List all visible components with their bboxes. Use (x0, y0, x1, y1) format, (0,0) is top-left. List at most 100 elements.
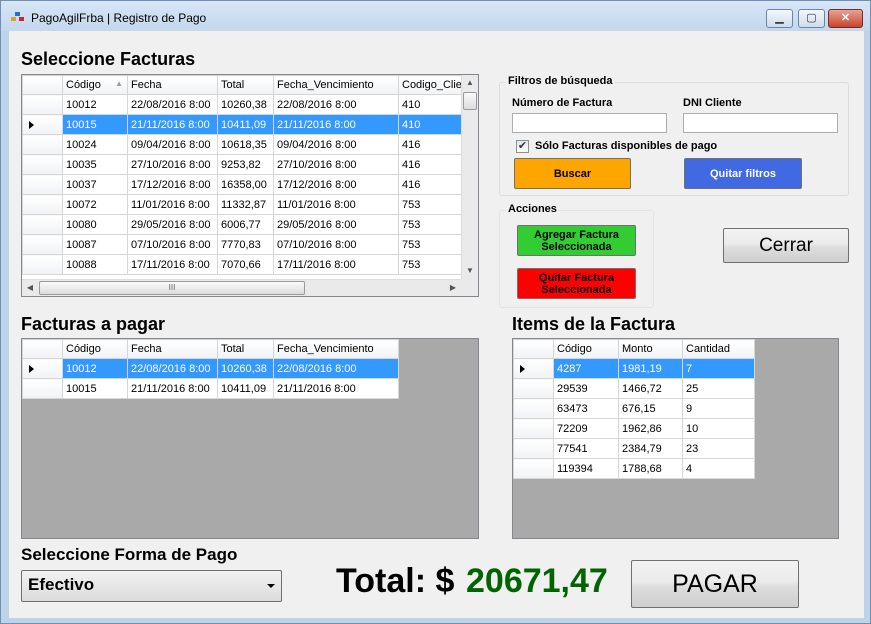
table-cell[interactable]: 17/12/2016 8:00 (127, 174, 218, 195)
table-cell[interactable]: 17/11/2016 8:00 (273, 254, 399, 275)
close-button[interactable]: ✕ (828, 9, 863, 28)
cerrar-button[interactable]: Cerrar (723, 228, 849, 263)
row-header[interactable] (22, 174, 63, 195)
column-header[interactable]: Codigo_Clie (398, 75, 464, 95)
table-cell[interactable]: 22/08/2016 8:00 (127, 94, 218, 115)
table-cell[interactable]: 10012 (62, 358, 128, 379)
table-cell[interactable]: 11332,87 (217, 194, 274, 215)
minimize-button[interactable]: ▁ (766, 9, 793, 28)
table-cell[interactable]: 6006,77 (217, 214, 274, 235)
table-cell[interactable]: 22/08/2016 8:00 (273, 94, 399, 115)
table-cell[interactable]: 9 (682, 398, 755, 419)
row-header[interactable] (22, 234, 63, 255)
table-cell[interactable]: 29/05/2016 8:00 (273, 214, 399, 235)
items-factura-grid[interactable]: Código Monto Cantidad 4287 1981,19 7 29539 146… (512, 338, 839, 539)
table-cell[interactable]: 10012 (62, 94, 128, 115)
table-cell[interactable]: 07/10/2016 8:00 (127, 234, 218, 255)
table-cell[interactable]: 676,15 (618, 398, 683, 419)
table-cell[interactable]: 10080 (62, 214, 128, 235)
column-header[interactable]: Total (217, 75, 274, 95)
table-cell[interactable]: 17/12/2016 8:00 (273, 174, 399, 195)
column-header[interactable]: Fecha_Vencimiento (273, 339, 399, 359)
table-cell[interactable]: 10260,38 (217, 94, 274, 115)
table-cell[interactable]: 11/01/2016 8:00 (273, 194, 399, 215)
column-header[interactable]: Fecha (127, 339, 218, 359)
table-cell[interactable]: 1788,68 (618, 458, 683, 479)
row-header[interactable] (513, 458, 554, 479)
table-cell[interactable]: 21/11/2016 8:00 (273, 378, 399, 399)
table-row[interactable]: 10012 22/08/2016 8:00 10260,38 22/08/2016 8… (22, 94, 464, 115)
table-cell[interactable]: 22/08/2016 8:00 (273, 358, 399, 379)
table-cell[interactable]: 10260,38 (217, 358, 274, 379)
table-cell[interactable]: 10088 (62, 254, 128, 275)
maximize-button[interactable]: ▢ (798, 9, 825, 28)
row-header[interactable] (513, 438, 554, 459)
table-cell[interactable]: 21/11/2016 8:00 (127, 378, 218, 399)
pagar-button[interactable]: PAGAR (631, 560, 799, 608)
table-row[interactable]: 10080 29/05/2016 8:00 6006,77 29/05/2016 8:… (22, 214, 464, 235)
facturas-horizontal-scrollbar[interactable]: ◀ III ▶ (22, 279, 461, 296)
table-cell[interactable]: 07/10/2016 8:00 (273, 234, 399, 255)
column-header[interactable]: Código (62, 339, 128, 359)
table-cell[interactable]: 63473 (553, 398, 619, 419)
row-header[interactable] (513, 418, 554, 439)
table-row[interactable]: 10088 17/11/2016 8:00 7070,66 17/11/2016 8:… (22, 254, 464, 275)
table-cell[interactable]: 753 (398, 254, 464, 275)
table-cell[interactable]: 410 (398, 114, 464, 135)
row-header[interactable] (22, 154, 63, 175)
table-cell[interactable]: 11/01/2016 8:00 (127, 194, 218, 215)
facturas-a-pagar-grid[interactable]: Código Fecha Total Fecha_Vencimiento 10012 2… (21, 338, 479, 539)
row-header[interactable] (22, 134, 63, 155)
table-cell[interactable]: 1981,19 (618, 358, 683, 379)
row-header[interactable] (513, 378, 554, 399)
table-cell[interactable]: 416 (398, 134, 464, 155)
row-header[interactable] (22, 194, 63, 215)
table-cell[interactable]: 2384,79 (618, 438, 683, 459)
table-row[interactable]: 10012 22/08/2016 8:00 10260,38 22/08/2016 8… (22, 358, 399, 379)
table-cell[interactable]: 416 (398, 174, 464, 195)
scroll-left-icon[interactable]: ◀ (22, 280, 38, 296)
table-row[interactable]: 10015 21/11/2016 8:00 10411,09 21/11/2016 8… (22, 378, 399, 399)
table-row[interactable]: 10024 09/04/2016 8:00 10618,35 09/04/2016 8… (22, 134, 464, 155)
table-cell[interactable]: 1962,86 (618, 418, 683, 439)
table-cell[interactable]: 21/11/2016 8:00 (127, 114, 218, 135)
table-cell[interactable]: 10411,09 (217, 378, 274, 399)
table-row[interactable]: 10072 11/01/2016 8:00 11332,87 11/01/2016 8… (22, 194, 464, 215)
buscar-button[interactable]: Buscar (514, 158, 631, 189)
table-cell[interactable]: 753 (398, 234, 464, 255)
column-header[interactable]: Código (553, 339, 619, 359)
table-cell[interactable]: 10072 (62, 194, 128, 215)
table-row[interactable]: 63473 676,15 9 (513, 398, 755, 419)
table-cell[interactable]: 4287 (553, 358, 619, 379)
table-cell[interactable]: 27/10/2016 8:00 (273, 154, 399, 175)
table-row[interactable]: 10037 17/12/2016 8:00 16358,00 17/12/2016 8… (22, 174, 464, 195)
table-cell[interactable]: 10024 (62, 134, 128, 155)
table-cell[interactable]: 16358,00 (217, 174, 274, 195)
row-header[interactable] (22, 378, 63, 399)
scroll-up-icon[interactable]: ▲ (462, 75, 478, 91)
column-header[interactable]: Cantidad (682, 339, 755, 359)
table-row[interactable]: 10087 07/10/2016 8:00 7770,83 07/10/2016 8:… (22, 234, 464, 255)
table-cell[interactable]: 77541 (553, 438, 619, 459)
table-row[interactable]: 72209 1962,86 10 (513, 418, 755, 439)
table-cell[interactable]: 4 (682, 458, 755, 479)
table-cell[interactable]: 416 (398, 154, 464, 175)
table-cell[interactable]: 17/11/2016 8:00 (127, 254, 218, 275)
facturas-grid[interactable]: Código ▲ Fecha Total Fecha_Vencimiento Codigo… (21, 74, 479, 297)
chevron-down-icon[interactable] (267, 584, 275, 588)
horizontal-scroll-thumb[interactable]: III (39, 281, 305, 295)
table-cell[interactable]: 10015 (62, 378, 128, 399)
quitar-factura-button[interactable]: Quitar Factura Seleccionada (517, 268, 636, 299)
table-cell[interactable]: 7 (682, 358, 755, 379)
table-cell[interactable]: 22/08/2016 8:00 (127, 358, 218, 379)
table-cell[interactable]: 10 (682, 418, 755, 439)
facturas-vertical-scrollbar[interactable]: ▲ ▼ (461, 75, 478, 279)
column-header[interactable]: Fecha (127, 75, 218, 95)
table-row[interactable]: 77541 2384,79 23 (513, 438, 755, 459)
table-cell[interactable]: 7070,66 (217, 254, 274, 275)
table-row[interactable]: 10015 21/11/2016 8:00 10411,09 21/11/2016 8… (22, 114, 464, 135)
forma-pago-select[interactable]: Efectivo (21, 570, 282, 602)
row-header[interactable] (22, 214, 63, 235)
table-cell[interactable]: 9253,82 (217, 154, 274, 175)
table-cell[interactable]: 410 (398, 94, 464, 115)
